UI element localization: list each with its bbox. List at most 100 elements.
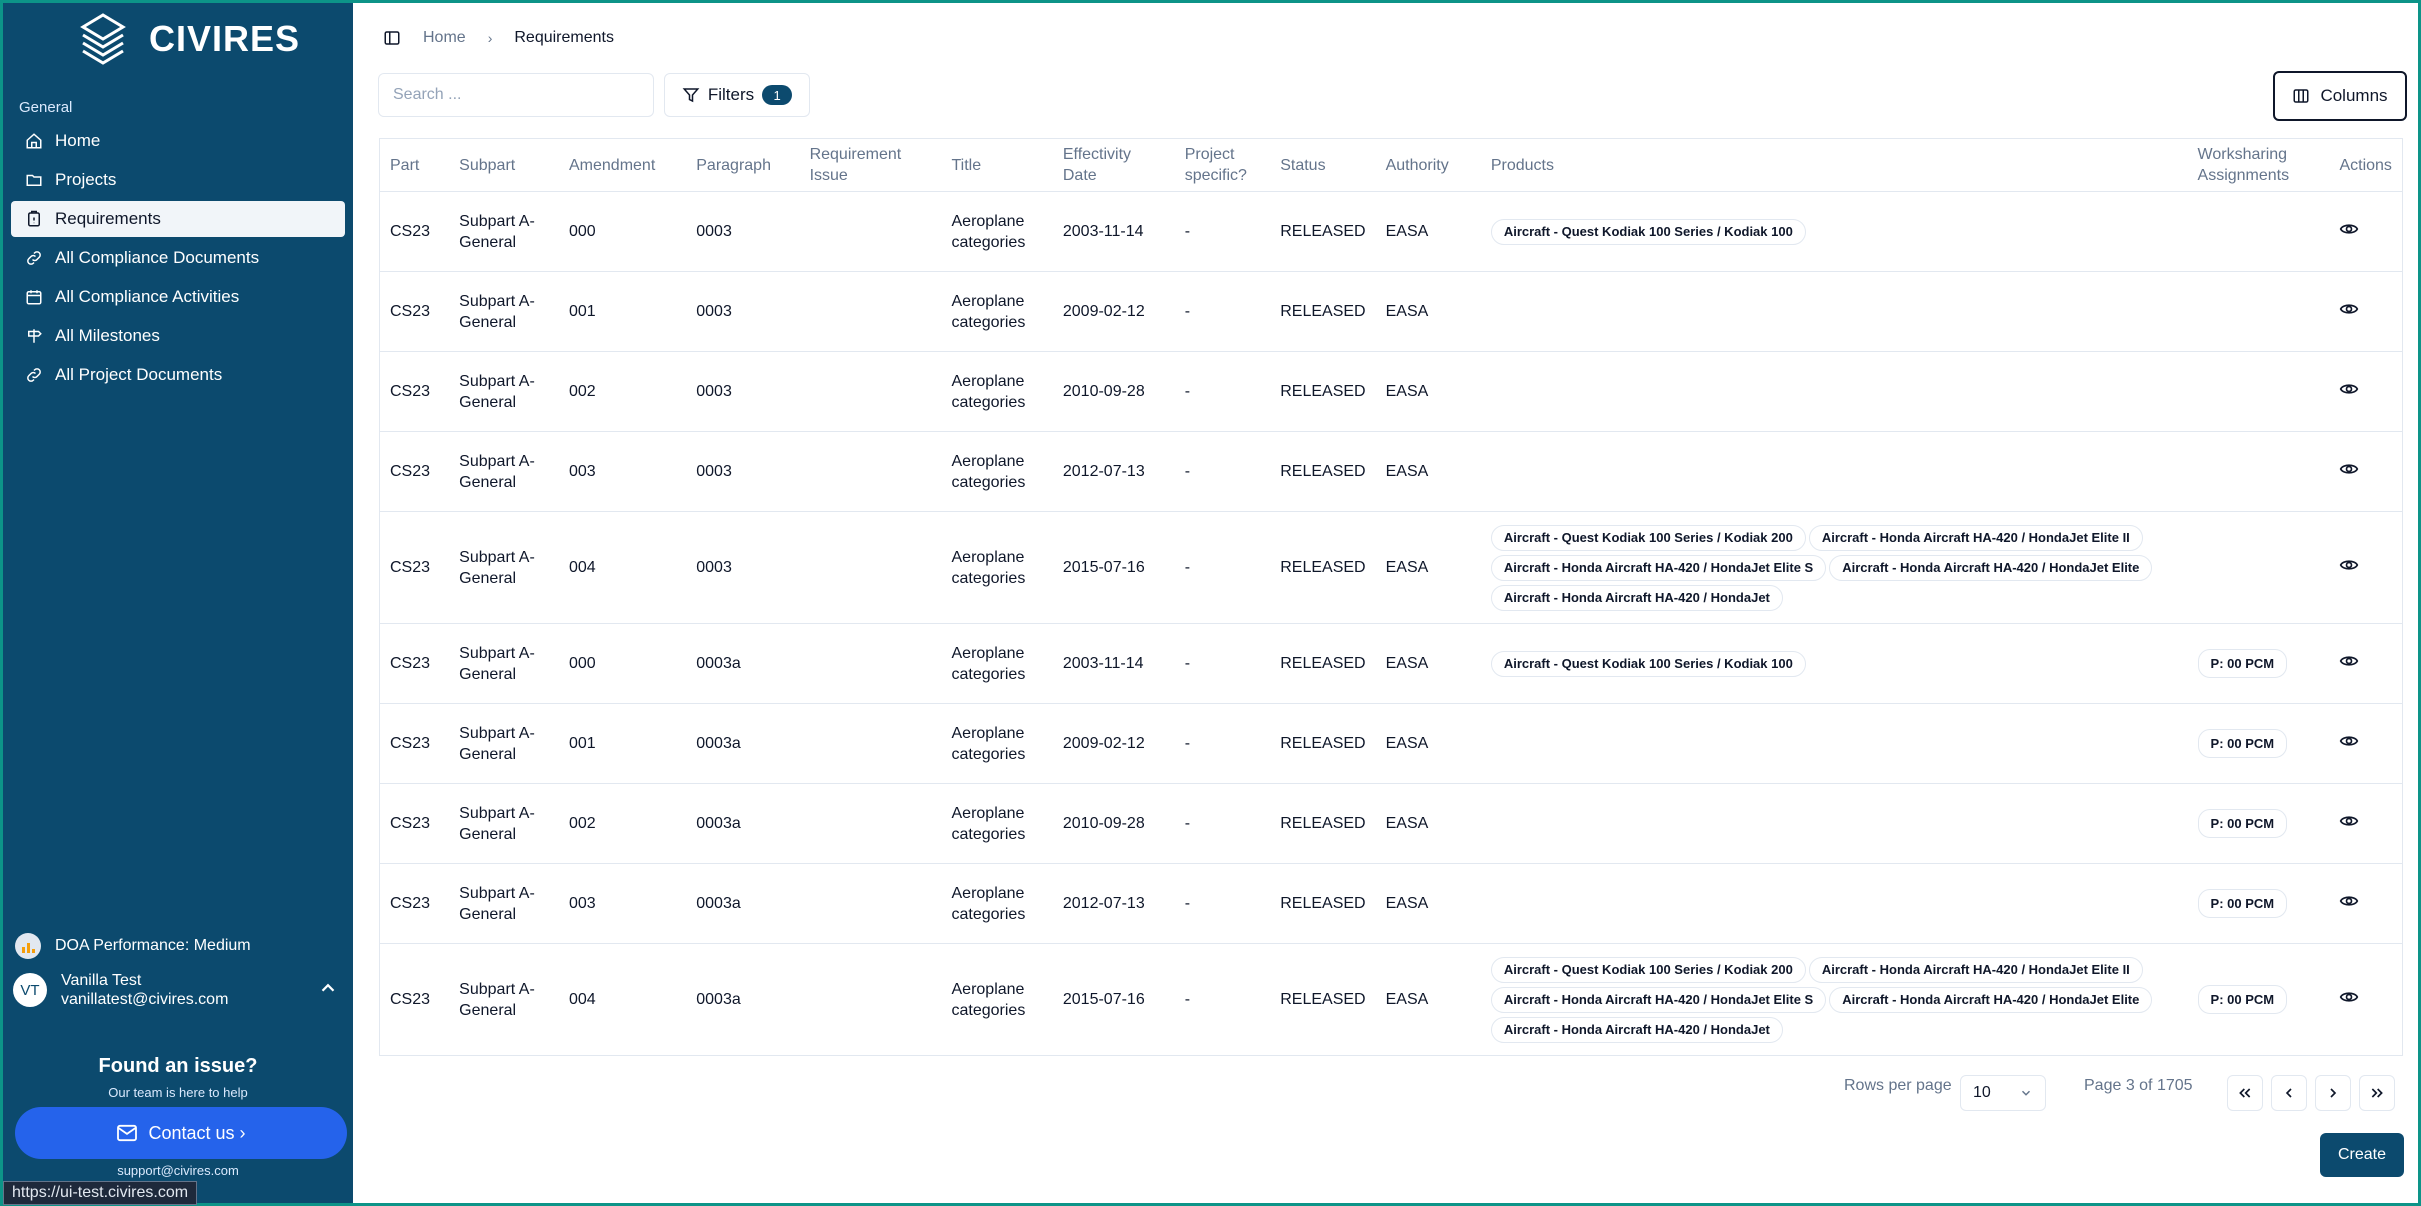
column-header-worksharing[interactable]: Worksharing Assignments	[2187, 138, 2330, 192]
product-chip[interactable]: Aircraft - Honda Aircraft HA-420 / Honda…	[1808, 956, 2143, 983]
cell-paragraph: 0003	[686, 191, 800, 272]
cell-requirement-issue	[799, 191, 942, 272]
column-header-subpart[interactable]: Subpart	[449, 138, 559, 192]
column-header-effectivity-date[interactable]: Effectivity Date	[1052, 138, 1175, 192]
view-action-button[interactable]	[2329, 783, 2403, 864]
filters-button[interactable]: Filters 1	[664, 73, 810, 117]
product-chip[interactable]: Aircraft - Quest Kodiak 100 Series / Kod…	[1490, 524, 1806, 551]
product-chip[interactable]: Aircraft - Honda Aircraft HA-420 / Honda…	[1808, 524, 2143, 551]
user-menu[interactable]: VT Vanilla Test vanillatest@civires.com	[13, 971, 343, 1009]
next-page-button[interactable]	[2315, 1075, 2351, 1111]
worksharing-badge[interactable]: P: 00 PCM	[2197, 889, 2288, 918]
sidebar-item-home[interactable]: Home	[11, 123, 345, 159]
view-action-button[interactable]	[2329, 623, 2403, 704]
cell-project-specific: -	[1174, 943, 1271, 1056]
column-header-title[interactable]: Title	[941, 138, 1053, 192]
table-row[interactable]: CS23 Subpart A- General 002 0003a Aeroplane …	[379, 783, 2403, 864]
column-header-products[interactable]: Products	[1480, 138, 2188, 192]
view-action-button[interactable]	[2329, 703, 2403, 784]
sidebar-item-project-documents[interactable]: All Project Documents	[11, 357, 345, 393]
support-email[interactable]: support@civires.com	[3, 1163, 353, 1178]
view-action-button[interactable]	[2329, 511, 2403, 624]
column-header-requirement-issue[interactable]: Requirement Issue	[799, 138, 942, 192]
search-input[interactable]	[378, 73, 654, 117]
cell-effectivity-date: 2010-09-28	[1052, 783, 1175, 864]
product-chip[interactable]: Aircraft - Honda Aircraft HA-420 / Honda…	[1490, 986, 1827, 1013]
worksharing-badge[interactable]: P: 00 PCM	[2197, 649, 2288, 678]
table-row[interactable]: CS23 Subpart A- General 000 0003 Aeroplane c…	[379, 191, 2403, 272]
worksharing-badge[interactable]: P: 00 PCM	[2197, 985, 2288, 1014]
column-header-status[interactable]: Status	[1270, 138, 1376, 192]
cell-worksharing	[2187, 351, 2330, 432]
filters-label: Filters	[707, 85, 755, 104]
product-chip[interactable]: Aircraft - Honda Aircraft HA-420 / Honda…	[1829, 986, 2153, 1013]
column-header-paragraph[interactable]: Paragraph	[686, 138, 800, 192]
cell-effectivity-date: 2012-07-13	[1052, 863, 1175, 944]
create-button[interactable]: Create	[2320, 1133, 2404, 1177]
product-chip[interactable]: Aircraft - Quest Kodiak 100 Series / Kod…	[1490, 218, 1806, 245]
sidebar-item-projects[interactable]: Projects	[11, 162, 345, 198]
previous-page-button[interactable]	[2271, 1075, 2307, 1111]
cell-project-specific: -	[1174, 783, 1271, 864]
cell-requirement-issue	[799, 351, 942, 432]
rows-per-page-select[interactable]: 10	[1960, 1075, 2046, 1111]
app-logo[interactable]: CIVIRES	[75, 11, 300, 67]
cell-subpart: Subpart A- General	[449, 783, 559, 864]
view-action-button[interactable]	[2329, 863, 2403, 944]
table-row[interactable]: CS23 Subpart A- General 000 0003a Aeroplane …	[379, 623, 2403, 704]
column-header-part[interactable]: Part	[379, 138, 450, 192]
product-chip[interactable]: Aircraft - Quest Kodiak 100 Series / Kod…	[1490, 956, 1806, 983]
app-name: CIVIRES	[149, 18, 301, 59]
view-action-button[interactable]	[2329, 943, 2403, 1056]
cell-paragraph: 0003a	[686, 943, 800, 1056]
sidebar-item-milestones[interactable]: All Milestones	[11, 318, 345, 354]
view-action-button[interactable]	[2329, 351, 2403, 432]
table-row[interactable]: CS23 Subpart A- General 003 0003a Aeroplane …	[379, 863, 2403, 944]
worksharing-badge[interactable]: P: 00 PCM	[2197, 809, 2288, 838]
columns-button[interactable]: Columns	[2273, 71, 2407, 121]
cell-part: CS23	[379, 703, 450, 784]
table-row[interactable]: CS23 Subpart A- General 002 0003 Aeroplane c…	[379, 351, 2403, 432]
eye-icon	[2340, 991, 2359, 1002]
cell-title: Aeroplane categories	[941, 271, 1053, 352]
sidebar-toggle-icon[interactable]	[383, 29, 401, 47]
table-row[interactable]: CS23 Subpart A- General 003 0003 Aeroplane c…	[379, 431, 2403, 512]
product-chip[interactable]: Aircraft - Honda Aircraft HA-420 / Honda…	[1490, 1016, 1783, 1043]
table-row[interactable]: CS23 Subpart A- General 001 0003 Aeroplane c…	[379, 271, 2403, 352]
product-chip[interactable]: Aircraft - Honda Aircraft HA-420 / Honda…	[1490, 554, 1827, 581]
column-header-amendment[interactable]: Amendment	[559, 138, 687, 192]
sidebar-item-compliance-documents[interactable]: All Compliance Documents	[11, 240, 345, 276]
product-chip[interactable]: Aircraft - Quest Kodiak 100 Series / Kod…	[1490, 650, 1806, 677]
first-page-button[interactable]	[2227, 1075, 2263, 1111]
breadcrumb-home[interactable]: Home	[423, 29, 466, 47]
view-action-button[interactable]	[2329, 431, 2403, 512]
cell-status: RELEASED	[1270, 783, 1376, 864]
contact-us-button[interactable]: Contact us ›	[15, 1107, 347, 1159]
table-row[interactable]: CS23 Subpart A- General 001 0003a Aeroplane …	[379, 703, 2403, 784]
last-page-button[interactable]	[2359, 1075, 2395, 1111]
product-chip[interactable]: Aircraft - Honda Aircraft HA-420 / Honda…	[1490, 584, 1783, 611]
sidebar-item-label: Requirements	[55, 209, 161, 228]
bar-chart-icon	[15, 933, 41, 959]
view-action-button[interactable]	[2329, 271, 2403, 352]
cell-part: CS23	[379, 943, 450, 1056]
cell-effectivity-date: 2010-09-28	[1052, 351, 1175, 432]
column-header-authority[interactable]: Authority	[1375, 138, 1481, 192]
cell-subpart: Subpart A- General	[449, 431, 559, 512]
table-row[interactable]: CS23 Subpart A- General 004 0003a Aeroplane …	[379, 943, 2403, 1056]
help-subtitle: Our team is here to help	[108, 1085, 248, 1100]
cell-amendment: 004	[559, 943, 687, 1056]
worksharing-badge[interactable]: P: 00 PCM	[2197, 729, 2288, 758]
sidebar-item-label: Projects	[55, 170, 117, 189]
doa-performance[interactable]: DOA Performance: Medium	[15, 933, 251, 959]
sidebar-item-compliance-activities[interactable]: All Compliance Activities	[11, 279, 345, 315]
product-chip[interactable]: Aircraft - Honda Aircraft HA-420 / Honda…	[1829, 554, 2153, 581]
eye-icon	[2340, 383, 2359, 394]
cell-paragraph: 0003a	[686, 783, 800, 864]
chevron-up-icon[interactable]	[317, 977, 339, 999]
table-row[interactable]: CS23 Subpart A- General 004 0003 Aeroplane c…	[379, 511, 2403, 624]
column-header-project-specific[interactable]: Project specific?	[1174, 138, 1271, 192]
sidebar-item-requirements[interactable]: Requirements	[11, 201, 345, 237]
cell-worksharing: P: 00 PCM	[2187, 863, 2330, 944]
view-action-button[interactable]	[2329, 191, 2403, 272]
